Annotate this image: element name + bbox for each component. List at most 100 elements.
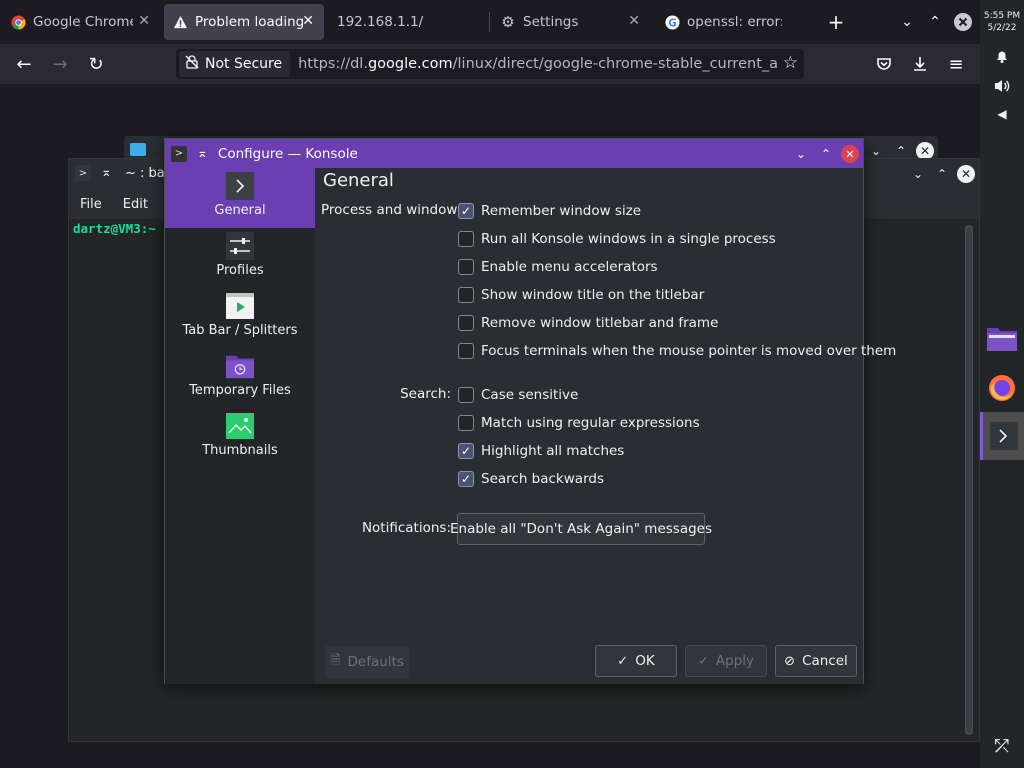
tab-title: Problem loading xyxy=(195,14,305,30)
sidebar-item-general[interactable]: General xyxy=(165,168,315,228)
url-bar[interactable]: Not Secure https://dl.google.com/linux/d… xyxy=(176,49,804,79)
panel-options-icon[interactable]: ⤱ xyxy=(990,734,1014,758)
close-icon[interactable]: ✕ xyxy=(841,145,859,163)
checkbox-search-backwards[interactable]: ✓ Search backwards xyxy=(458,469,604,489)
maximize-chevron-up-icon[interactable]: ⌃ xyxy=(817,145,835,163)
task-firefox[interactable] xyxy=(980,364,1024,412)
sidebar-item-temporary-files[interactable]: Temporary Files xyxy=(165,348,315,408)
checkbox-label: Enable menu accelerators xyxy=(481,259,658,275)
menu-hamburger-icon[interactable]: ≡ xyxy=(944,52,968,76)
tab-problem-loading[interactable]: Problem loading ✕ xyxy=(164,4,324,40)
folder-icon xyxy=(987,328,1017,351)
checkbox-unchecked-icon xyxy=(458,343,474,359)
not-secure-indicator[interactable]: Not Secure xyxy=(179,51,291,77)
checkbox-label: Focus terminals when the mouse pointer i… xyxy=(481,343,897,359)
checkbox-unchecked-icon xyxy=(458,287,474,303)
firefox-icon xyxy=(989,375,1015,401)
button-label: Defaults xyxy=(347,654,404,670)
tab-router[interactable]: 192.168.1.1/ xyxy=(337,0,487,44)
folder-clock-icon xyxy=(226,352,254,380)
sidebar-item-label: Profiles xyxy=(216,263,264,278)
document-defaults-icon: 🗎 xyxy=(330,653,341,668)
terminal-scrollbar[interactable] xyxy=(965,225,973,735)
volume-icon[interactable] xyxy=(990,74,1014,98)
close-icon[interactable]: ✕ xyxy=(957,165,975,183)
checkmark-icon: ✓ xyxy=(617,653,629,669)
tab-title: Settings xyxy=(523,14,579,30)
checkbox-checked-icon: ✓ xyxy=(458,443,474,459)
back-arrow-icon[interactable]: ← xyxy=(12,52,36,76)
checkbox-remember-window-size[interactable]: ✓ Remember window size xyxy=(458,201,641,221)
checkbox-highlight-all[interactable]: ✓ Highlight all matches xyxy=(458,441,624,461)
url-text[interactable]: https://dl.google.com/linux/direct/googl… xyxy=(298,56,778,72)
tab-google-chrome[interactable]: Google Chrome ✕ xyxy=(10,0,160,44)
checkbox-regex[interactable]: Match using regular expressions xyxy=(458,413,700,433)
cancel-button[interactable]: ⊘ Cancel xyxy=(775,645,857,677)
ok-button[interactable]: ✓ OK xyxy=(595,645,677,677)
checkbox-menu-accelerators[interactable]: Enable menu accelerators xyxy=(458,257,658,277)
clock-time: 5:55 PM xyxy=(983,11,1021,21)
checkbox-label: Highlight all matches xyxy=(481,443,625,459)
minimize-chevron-down-icon[interactable]: ⌄ xyxy=(792,145,810,163)
tab-settings[interactable]: ⚙ Settings ✕ xyxy=(500,0,650,44)
checkbox-single-process[interactable]: Run all Konsole windows in a single proc… xyxy=(458,229,776,249)
tab-openssl[interactable]: G openssl: error:0 xyxy=(664,0,804,44)
checkbox-unchecked-icon xyxy=(458,387,474,403)
media-window-icon xyxy=(226,292,254,320)
minimize-chevron-down-icon[interactable]: ⌄ xyxy=(909,165,927,183)
reload-icon[interactable]: ↻ xyxy=(84,52,108,76)
configure-dialog: > ⌅ Configure — Konsole ⌄ ⌃ ✕ General Pr… xyxy=(164,138,896,684)
expand-tray-arrow-icon[interactable]: ◀ xyxy=(990,102,1014,126)
digital-clock[interactable]: 5:55 PM 5/2/22 xyxy=(980,10,1024,34)
checkbox-checked-icon: ✓ xyxy=(458,471,474,487)
checkbox-focus-follows-mouse[interactable]: Focus terminals when the mouse pointer i… xyxy=(458,341,896,361)
warning-icon xyxy=(172,14,188,30)
checkbox-label: Show window title on the titlebar xyxy=(481,287,705,303)
keep-above-icon[interactable]: ⌅ xyxy=(101,165,112,180)
list-tabs-chevron-down-icon[interactable]: ⌄ xyxy=(895,10,919,34)
checkbox-checked-icon: ✓ xyxy=(458,203,474,219)
menu-file[interactable]: File xyxy=(80,197,102,212)
notifications-bell-icon[interactable] xyxy=(990,44,1014,68)
bookmark-star-icon[interactable]: ☆ xyxy=(783,53,798,73)
settings-page: General Process and window: ✓ Remember wi… xyxy=(315,168,896,684)
apply-button[interactable]: ✓ Apply xyxy=(685,645,767,677)
sidebar-item-label: Tab Bar / Splitters xyxy=(182,323,298,338)
terminal-icon xyxy=(226,172,254,200)
dialog-titlebar[interactable]: > ⌅ Configure — Konsole ⌄ ⌃ ✕ xyxy=(165,139,863,168)
close-window-icon[interactable] xyxy=(951,10,975,34)
download-icon[interactable] xyxy=(908,52,932,76)
checkbox-label: Search backwards xyxy=(481,471,604,487)
close-tab-icon[interactable]: ✕ xyxy=(302,13,314,29)
close-tab-icon[interactable]: ✕ xyxy=(138,13,150,29)
checkbox-remove-titlebar[interactable]: Remove window titlebar and frame xyxy=(458,313,718,333)
sidebar-item-profiles[interactable]: Profiles xyxy=(165,228,315,288)
new-tab-button[interactable]: + xyxy=(824,10,848,34)
process-window-label: Process and window: xyxy=(321,202,462,218)
menu-edit[interactable]: Edit xyxy=(123,197,148,212)
keep-above-icon[interactable]: ⌅ xyxy=(197,146,208,161)
sliders-icon xyxy=(226,232,254,260)
terminal-icon: > xyxy=(75,165,91,181)
svg-text:G: G xyxy=(668,17,676,29)
clock-date: 5/2/22 xyxy=(987,23,1017,33)
sidebar-item-label: General xyxy=(214,203,266,218)
forward-arrow-icon[interactable]: → xyxy=(48,52,72,76)
settings-sidebar: General Profiles Tab Bar / Splitters Tem… xyxy=(165,168,315,684)
sidebar-item-tab-bar[interactable]: Tab Bar / Splitters xyxy=(165,288,315,348)
defaults-button[interactable]: 🗎 Defaults xyxy=(325,646,409,678)
task-dolphin[interactable] xyxy=(980,314,1024,362)
google-icon: G xyxy=(664,14,680,30)
folder-icon xyxy=(130,143,146,156)
enable-dont-ask-again-button[interactable]: Enable all "Don't Ask Again" messages xyxy=(450,513,712,545)
sidebar-item-label: Thumbnails xyxy=(202,443,278,458)
checkbox-window-title[interactable]: Show window title on the titlebar xyxy=(458,285,704,305)
tab-title: 192.168.1.1/ xyxy=(337,14,424,30)
sidebar-item-thumbnails[interactable]: Thumbnails xyxy=(165,408,315,468)
pocket-icon[interactable] xyxy=(872,52,896,76)
maximize-chevron-up-icon[interactable]: ⌃ xyxy=(933,165,951,183)
checkbox-case-sensitive[interactable]: Case sensitive xyxy=(458,385,578,405)
task-konsole[interactable] xyxy=(980,412,1024,460)
close-tab-icon[interactable]: ✕ xyxy=(628,13,640,29)
maximize-chevron-up-icon[interactable]: ⌃ xyxy=(923,10,947,34)
